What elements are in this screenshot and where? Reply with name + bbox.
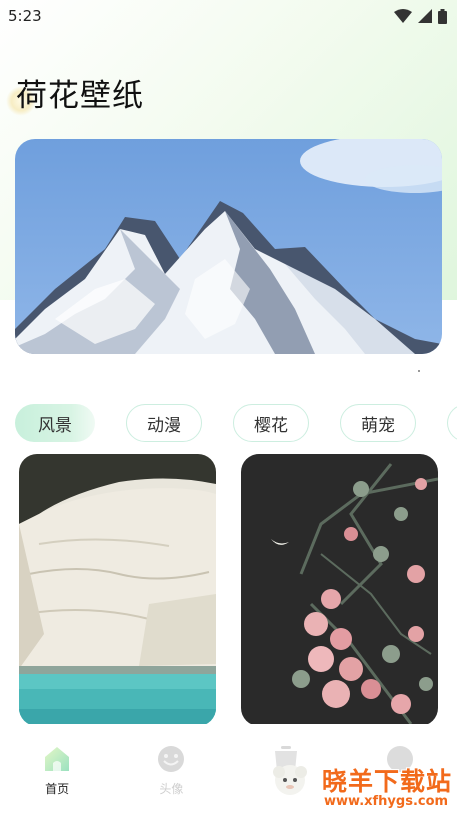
- watermark-url: www.xfhygs.com: [324, 794, 449, 809]
- wallpaper-grid: [19, 454, 438, 726]
- status-time: 5:23: [8, 7, 42, 25]
- indicator-dot: [418, 370, 420, 372]
- watermark-title: 晓羊下载站: [322, 767, 453, 796]
- blossom-night-image: [241, 454, 438, 726]
- nav-label-avatar: 头像: [159, 782, 184, 796]
- sheep-logo-icon: [273, 765, 307, 795]
- cliff-sea-image: [19, 454, 216, 726]
- tab-sakura[interactable]: 樱花: [233, 404, 309, 442]
- nav-label-home: 首页: [45, 782, 70, 796]
- face-icon: [158, 746, 185, 772]
- tab-pets[interactable]: 萌宠: [340, 404, 416, 442]
- page-title: 荷花壁纸: [16, 78, 144, 114]
- nav-avatar[interactable]: 头像: [114, 724, 228, 814]
- tab-anime[interactable]: 动漫: [126, 404, 202, 442]
- tab-more-partial[interactable]: [447, 404, 457, 442]
- status-icons: [394, 8, 447, 24]
- tab-scenery[interactable]: 风景: [15, 404, 95, 442]
- status-bar: 5:23: [0, 0, 457, 32]
- category-tabs: 风景 动漫 樱花 萌宠: [15, 404, 457, 442]
- home-icon: [45, 747, 70, 771]
- nav-home[interactable]: 首页: [0, 724, 114, 814]
- watermark: 晓羊下载站 www.xfhygs.com: [270, 742, 457, 814]
- battery-icon: [438, 8, 447, 24]
- signal-icon: [418, 9, 432, 23]
- banner-image[interactable]: [15, 139, 442, 354]
- wallpaper-card[interactable]: [241, 454, 438, 726]
- wifi-icon: [394, 9, 412, 23]
- wallpaper-card[interactable]: [19, 454, 216, 726]
- mountain-illustration: [15, 139, 442, 354]
